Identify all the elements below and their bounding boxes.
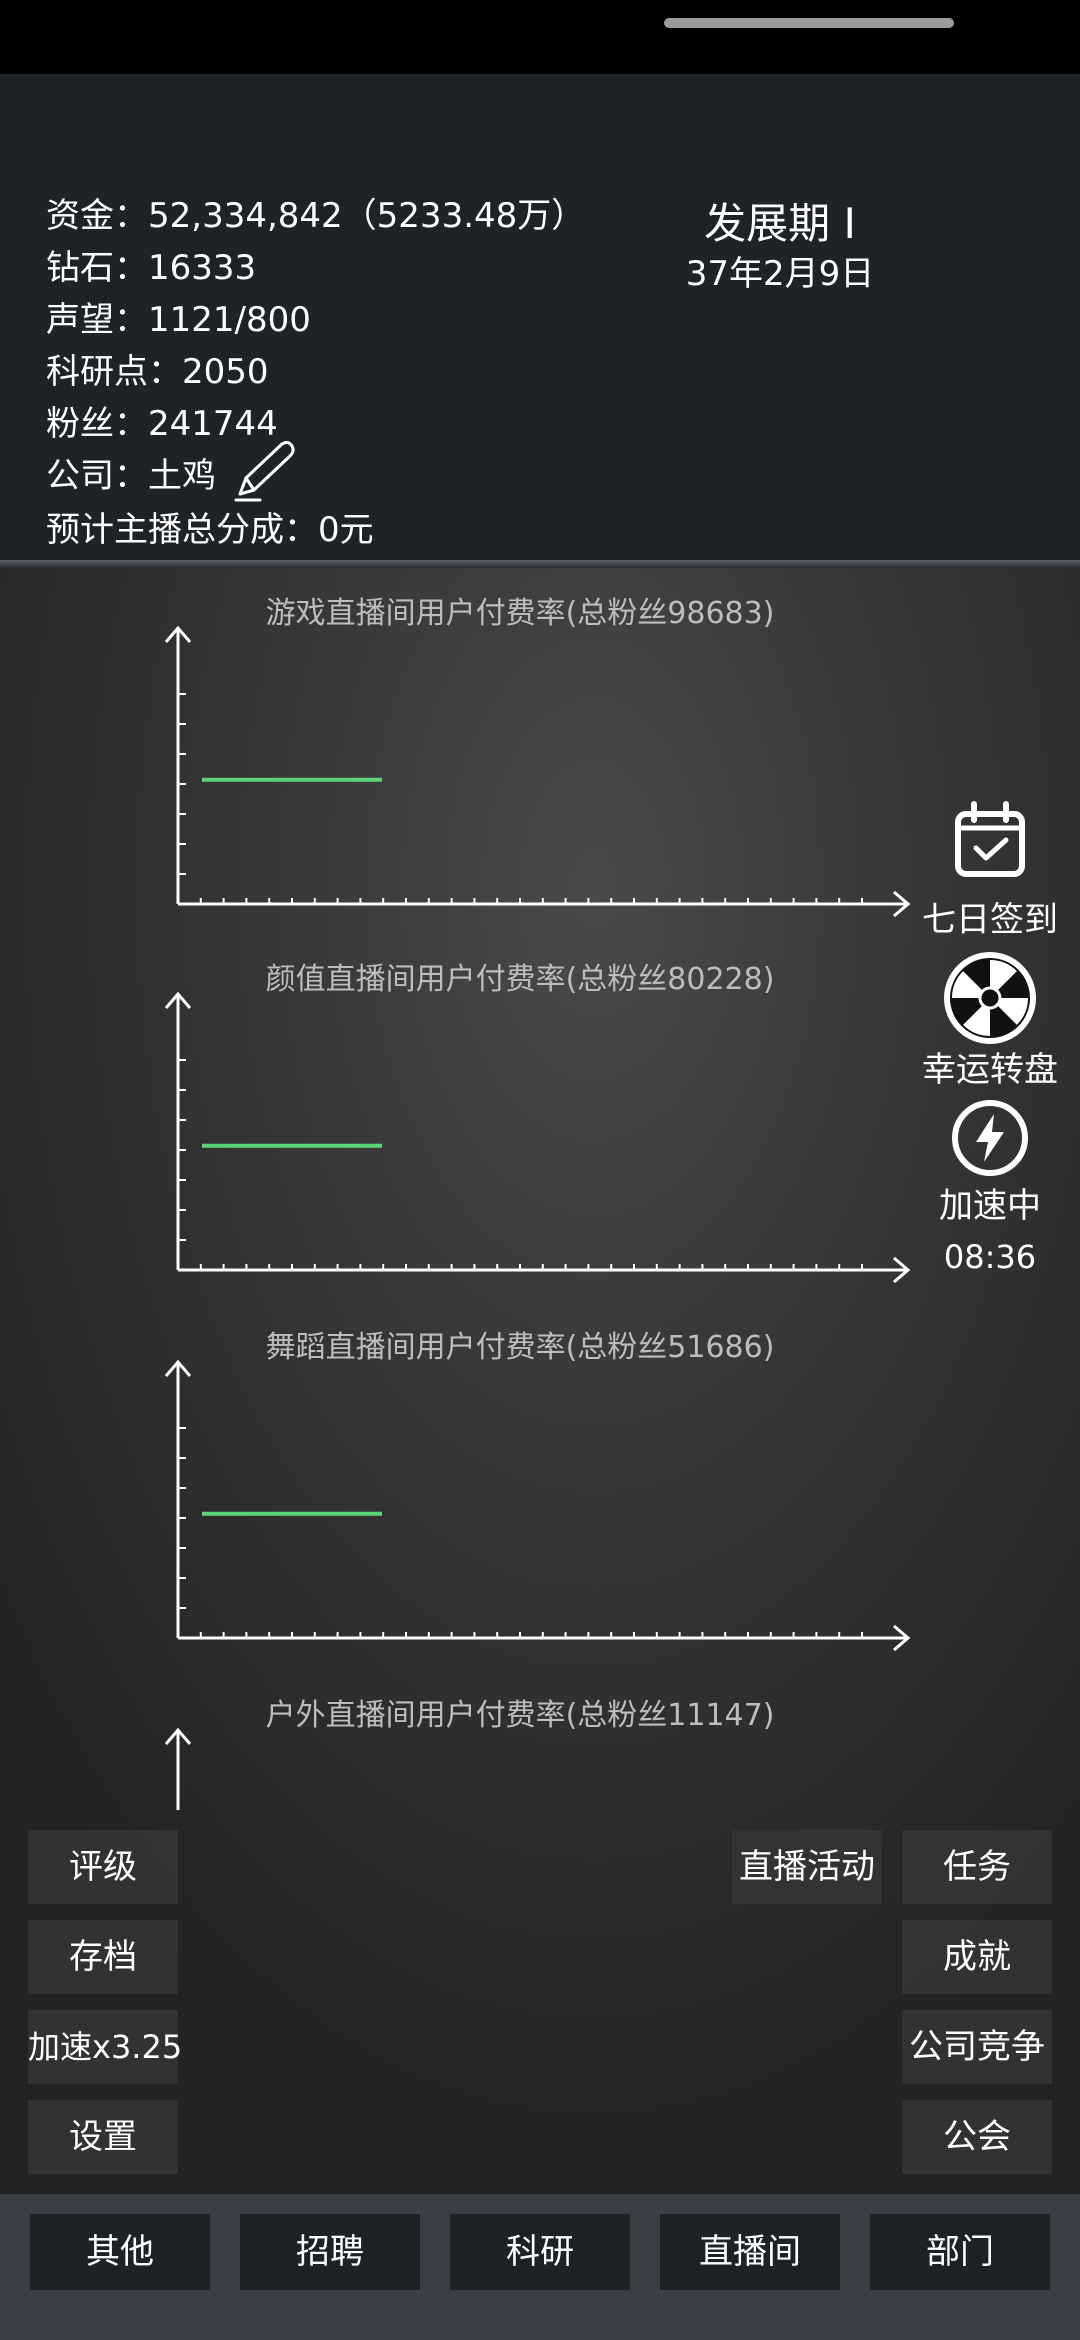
nav-recruit[interactable]: 招聘 (240, 2214, 420, 2290)
lightning-icon (952, 1100, 1028, 1176)
tasks-button[interactable]: 任务 (902, 1830, 1052, 1904)
company-name-stat: 公司：土鸡 (46, 456, 216, 496)
nav-other[interactable]: 其他 (30, 2214, 210, 2290)
chart-dance-room: 舞蹈直播间用户付费率(总粉丝51686) (160, 1322, 920, 1652)
nav-live-room[interactable]: 直播间 (660, 2214, 840, 2290)
edit-pen-icon[interactable] (232, 436, 300, 504)
speed-multiplier-button[interactable]: 加速x3.25 (28, 2010, 182, 2084)
settings-button[interactable]: 设置 (28, 2100, 178, 2174)
gesture-pill (664, 18, 954, 28)
chart-outdoor-room: 户外直播间用户付费率(总粉丝11147) (160, 1690, 920, 1810)
calendar-check-icon (955, 801, 1025, 877)
research-points-stat: 科研点：2050 (46, 352, 269, 392)
nav-department[interactable]: 部门 (870, 2214, 1050, 2290)
live-event-button[interactable]: 直播活动 (732, 1830, 882, 1904)
chart-plot (164, 1727, 192, 1810)
rating-button[interactable]: 评级 (28, 1830, 178, 1904)
save-button[interactable]: 存档 (28, 1920, 178, 1994)
speed-boost-button[interactable]: 加速中 08:36 (910, 1094, 1070, 1284)
wheel-label: 幸运转盘 (922, 1050, 1058, 1090)
game-date: 37年2月9日 (685, 254, 875, 294)
reputation-stat: 声望：1121/800 (46, 300, 311, 340)
stage-title: 发展期 I (704, 199, 856, 248)
chart-plot (164, 991, 911, 1284)
speed-label: 加速中 (939, 1186, 1041, 1226)
status-bar (0, 0, 1080, 74)
guild-button[interactable]: 公会 (902, 2100, 1052, 2174)
seven-day-checkin-button[interactable]: 七日签到 (910, 800, 1070, 940)
chart-looks-room: 颜值直播间用户付费率(总粉丝80228) (160, 954, 920, 1284)
lucky-wheel-icon (944, 952, 1036, 1044)
speed-timer: 08:36 (943, 1238, 1037, 1276)
chart-plot (164, 625, 911, 918)
checkin-label: 七日签到 (922, 900, 1058, 940)
chart-plot (164, 1359, 911, 1652)
anchor-share-stat: 预计主播总分成：0元 (46, 510, 374, 550)
company-competition-button[interactable]: 公司竞争 (902, 2010, 1052, 2084)
achievements-button[interactable]: 成就 (902, 1920, 1052, 1994)
nav-research[interactable]: 科研 (450, 2214, 630, 2290)
header-divider (0, 560, 1080, 568)
lucky-wheel-button[interactable]: 幸运转盘 (910, 948, 1070, 1090)
funds-stat: 资金：52,334,842（5233.48万） (46, 196, 586, 236)
chart-game-room: 游戏直播间用户付费率(总粉丝98683) (160, 588, 920, 918)
diamonds-stat: 钻石：16333 (46, 248, 257, 288)
